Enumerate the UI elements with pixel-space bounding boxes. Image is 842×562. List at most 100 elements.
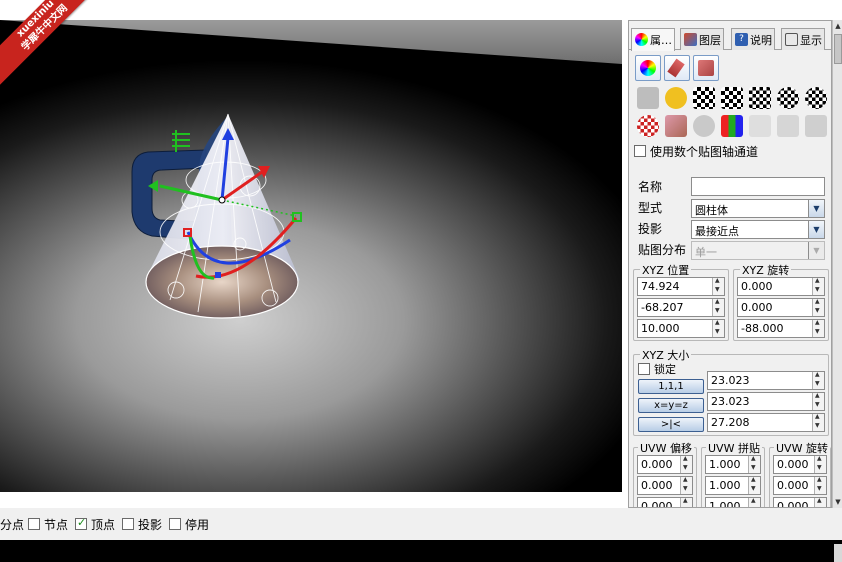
paintbrush-icon [667, 58, 685, 78]
spin-icon[interactable] [812, 393, 824, 410]
perspective-viewport[interactable]: xuexiniu 学犀牛中文网 [0, 0, 622, 492]
spin-icon[interactable] [748, 456, 760, 473]
mapping-icons-row1 [635, 87, 831, 113]
uvw-offset-w-field[interactable]: 0.000 [637, 497, 693, 507]
osnap-project-label: 投影 [138, 518, 163, 532]
position-z-field[interactable]: 10.000 [637, 319, 725, 338]
uvw-repeat-v-field[interactable]: 1.000 [705, 476, 761, 495]
command-area [0, 540, 842, 562]
spin-icon[interactable] [814, 456, 826, 473]
size-uniform-button[interactable]: 1,1,1 [638, 379, 704, 394]
uvw-repeat-w-field[interactable]: 1.000 [705, 497, 761, 507]
projection-select[interactable]: 最接近点 ▼ [691, 220, 825, 239]
position-x-field[interactable]: 74.924 [637, 277, 725, 296]
projection-label: 投影 [638, 222, 663, 236]
spin-icon[interactable] [812, 299, 824, 316]
size-x-field[interactable]: 23.023 [707, 371, 825, 390]
spin-icon[interactable] [712, 320, 724, 337]
mapping-icons-row2 [635, 115, 831, 141]
spin-icon[interactable] [680, 498, 692, 507]
spin-icon[interactable] [812, 278, 824, 295]
spin-icon[interactable] [712, 278, 724, 295]
uvw-offset-u-field[interactable]: 0.000 [637, 455, 693, 474]
spin-icon[interactable] [748, 498, 760, 507]
paintbrush-button[interactable] [664, 55, 690, 81]
properties-icon [635, 33, 648, 46]
tab-layers[interactable]: 图层 [680, 28, 724, 50]
osnap-vertex-checkbox[interactable] [75, 516, 87, 530]
uvw-rotation-w-field[interactable]: 0.000 [773, 497, 827, 507]
uvw-repeat-title: UVW 拼贴 [706, 440, 762, 456]
spin-icon[interactable] [680, 456, 692, 473]
multi-channel-label: 使用数个贴图轴通道 [650, 145, 759, 159]
disabled-tool-icon-1 [749, 115, 771, 137]
name-field[interactable] [691, 177, 825, 196]
disabled-tool-icon-3 [805, 115, 827, 137]
uvw-rotation-u-field[interactable]: 0.000 [773, 455, 827, 474]
size-z-field[interactable]: 27.208 [707, 413, 825, 432]
chevron-down-icon[interactable]: ▼ [808, 200, 824, 217]
size-y-field[interactable]: 23.023 [707, 392, 825, 411]
spin-icon[interactable] [712, 299, 724, 316]
tab-help[interactable]: ? 说明 [731, 28, 775, 50]
layers-icon [684, 33, 697, 46]
uvw-offset-v-field[interactable]: 0.000 [637, 476, 693, 495]
match-mapping-icon[interactable] [693, 115, 715, 137]
position-y-field[interactable]: -68.207 [637, 298, 725, 317]
box-mapping-icon[interactable] [721, 87, 743, 109]
spin-icon[interactable] [812, 372, 824, 389]
properties-panel: 属… 图层 ? 说明 显示 使用数个贴图轴通道 名称 型式 圆柱体 ▼ 投影 最… [628, 20, 832, 508]
rotation-x-field[interactable]: 0.000 [737, 277, 825, 296]
chevron-down-icon[interactable]: ▼ [808, 221, 824, 238]
spin-icon[interactable] [680, 477, 692, 494]
osnap-quad-label[interactable]: 分点 [0, 516, 24, 533]
rotation-z-field[interactable]: -88.000 [737, 319, 825, 338]
uvw-rotation-title: UVW 旋转 [774, 440, 830, 456]
spin-icon[interactable] [814, 498, 826, 507]
mapping-distribution-label: 贴图分布 [638, 243, 687, 257]
cylindrical-mapping-icon[interactable] [749, 87, 771, 109]
axes-icon[interactable] [721, 115, 743, 137]
bottom-right-corner [834, 544, 842, 562]
rotation-y-field[interactable]: 0.000 [737, 298, 825, 317]
size-xyz-equal-button[interactable]: x=y=z [638, 398, 704, 413]
scroll-thumb[interactable] [834, 34, 842, 64]
material-button[interactable] [635, 55, 661, 81]
spin-icon[interactable] [812, 320, 824, 337]
disabled-tool-icon-2 [777, 115, 799, 137]
uvw-rotation-v-field[interactable]: 0.000 [773, 476, 827, 495]
type-select[interactable]: 圆柱体 ▼ [691, 199, 825, 218]
scroll-up-icon[interactable]: ▲ [833, 20, 842, 32]
type-label: 型式 [638, 201, 663, 215]
capped-mapping-icon[interactable] [805, 87, 827, 109]
spin-icon[interactable] [812, 414, 824, 431]
tab-display[interactable]: 显示 [781, 28, 825, 50]
spin-icon[interactable] [748, 477, 760, 494]
texture-mapping-icon [698, 60, 714, 76]
lock-label: 锁定 [654, 363, 676, 376]
osnap-disable-checkbox[interactable] [169, 518, 181, 530]
osnap-disable-label: 停用 [185, 518, 210, 532]
remove-mapping-icon[interactable] [637, 87, 659, 109]
tab-properties[interactable]: 属… [631, 28, 675, 51]
surface-mapping-icon[interactable] [637, 115, 659, 137]
osnap-project-checkbox[interactable] [122, 518, 134, 530]
uvw-offset-title: UVW 偏移 [638, 440, 694, 456]
help-icon: ? [735, 33, 748, 46]
uvw-repeat-u-field[interactable]: 1.000 [705, 455, 761, 474]
panel-scrollbar[interactable]: ▲ ▼ [832, 20, 842, 508]
scene-render[interactable] [0, 0, 622, 492]
multi-channel-checkbox[interactable] [634, 145, 646, 157]
duck-icon[interactable] [665, 87, 687, 109]
xyz-rotation-title: XYZ 旋转 [740, 262, 792, 278]
planar-mapping-icon[interactable] [693, 87, 715, 109]
spin-icon[interactable] [814, 477, 826, 494]
size-fit-button[interactable]: >|< [638, 417, 704, 432]
custom-mapping-icon[interactable] [665, 115, 687, 137]
panel-tabs: 属… 图层 ? 说明 显示 [629, 28, 831, 51]
spherical-mapping-icon[interactable] [777, 87, 799, 109]
lock-checkbox[interactable] [638, 363, 650, 375]
osnap-knot-checkbox[interactable] [28, 518, 40, 530]
scroll-down-icon[interactable]: ▼ [833, 496, 842, 508]
texture-mapping-button[interactable] [693, 55, 719, 81]
